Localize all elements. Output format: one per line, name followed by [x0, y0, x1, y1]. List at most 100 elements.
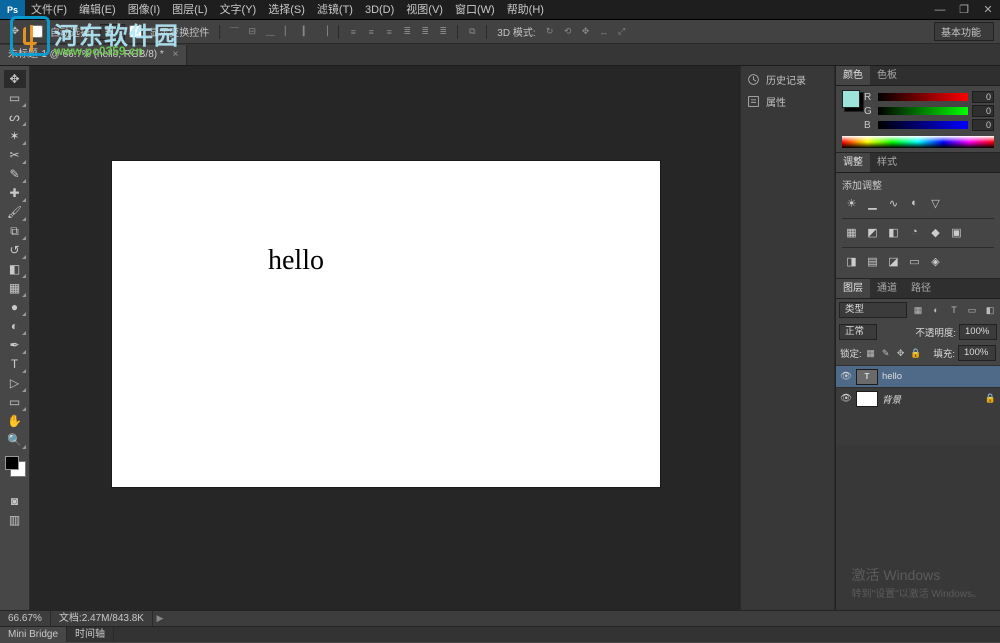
opacity-value[interactable]: 100% [959, 324, 997, 340]
tab-paths[interactable]: 路径 [904, 279, 938, 298]
type-tool[interactable]: T [4, 355, 26, 373]
color-selector[interactable] [842, 90, 860, 108]
menu-window[interactable]: 窗口(W) [449, 0, 501, 20]
close-icon[interactable]: × [173, 49, 179, 60]
filter-adjust-icon[interactable]: ◐ [929, 303, 943, 317]
dodge-tool[interactable]: ◐ [4, 317, 26, 335]
selective-color-icon[interactable]: ◈ [928, 254, 943, 268]
mode-3d-roll-icon[interactable]: ⟲ [561, 25, 575, 39]
document-tab[interactable]: 未标题-1 @ 66.7% (hello, RGB/8) * × [0, 45, 187, 65]
align-vmid-icon[interactable]: ⊟ [245, 25, 259, 39]
marquee-tool[interactable]: ▭ [4, 89, 26, 107]
menu-select[interactable]: 选择(S) [262, 0, 311, 20]
zoom-tool[interactable]: 🔍 [4, 431, 26, 449]
mode-3d-slide-icon[interactable]: ↔ [597, 25, 611, 39]
visibility-icon[interactable]: 👁 [840, 371, 852, 382]
photo-filter-icon[interactable]: ◔ [907, 225, 922, 239]
vibrance-icon[interactable]: ▽ [928, 196, 943, 210]
crop-tool[interactable]: ✂ [4, 146, 26, 164]
layer-name[interactable]: 背景 [882, 392, 901, 406]
filter-smart-icon[interactable]: ◧ [983, 303, 997, 317]
shape-tool[interactable]: ▭ [4, 393, 26, 411]
history-panel-toggle[interactable]: 历史记录 [741, 68, 834, 90]
bw-icon[interactable]: ◧ [886, 225, 901, 239]
align-right-icon[interactable]: ▕ [317, 25, 331, 39]
tab-color[interactable]: 颜色 [836, 66, 870, 85]
g-value[interactable]: 0 [972, 105, 994, 117]
gradient-tool[interactable]: ▦ [4, 279, 26, 297]
dist-bottom-icon[interactable]: ≡ [382, 25, 396, 39]
menu-image[interactable]: 图像(I) [122, 0, 166, 20]
lock-transparent-icon[interactable]: ▦ [865, 347, 877, 359]
history-brush-tool[interactable]: ↺ [4, 241, 26, 259]
canvas-area[interactable]: hello [30, 66, 740, 610]
eraser-tool[interactable]: ◧ [4, 260, 26, 278]
document-canvas[interactable]: hello [112, 161, 660, 487]
threshold-icon[interactable]: ◪ [886, 254, 901, 268]
r-value[interactable]: 0 [972, 91, 994, 103]
dist-left-icon[interactable]: ≣ [400, 25, 414, 39]
r-slider[interactable] [878, 93, 968, 101]
lasso-tool[interactable]: ᔕ [4, 108, 26, 126]
filter-pixel-icon[interactable]: ▦ [911, 303, 925, 317]
quick-mask-icon[interactable]: ◙ [4, 492, 26, 510]
screen-mode-icon[interactable]: ▥ [4, 511, 26, 529]
auto-align-icon[interactable]: ⧉ [465, 25, 479, 39]
spectrum-picker[interactable] [842, 136, 994, 148]
menu-edit[interactable]: 编辑(E) [73, 0, 122, 20]
curves-icon[interactable]: ∿ [886, 196, 901, 210]
layer-name[interactable]: hello [882, 371, 902, 382]
lock-pixels-icon[interactable]: ✎ [880, 347, 892, 359]
auto-select-dropdown[interactable]: 组 [100, 24, 126, 40]
blend-mode-dropdown[interactable]: 正常 [839, 324, 877, 340]
filter-type-icon[interactable]: T [947, 303, 961, 317]
menu-filter[interactable]: 滤镜(T) [311, 0, 359, 20]
tab-styles[interactable]: 样式 [870, 153, 904, 172]
move-tool[interactable]: ✥ [4, 70, 26, 88]
tab-swatches[interactable]: 色板 [870, 66, 904, 85]
tab-mini-bridge[interactable]: Mini Bridge [0, 627, 67, 642]
color-lookup-icon[interactable]: ▣ [949, 225, 964, 239]
layer-row[interactable]: 👁 背景 🔒 [836, 387, 1000, 409]
tab-layers[interactable]: 图层 [836, 279, 870, 298]
posterize-icon[interactable]: ▤ [865, 254, 880, 268]
layer-row[interactable]: 👁 T hello [836, 365, 1000, 387]
invert-icon[interactable]: ◨ [844, 254, 859, 268]
mode-3d-scale-icon[interactable]: ⤢ [615, 25, 629, 39]
menu-3d[interactable]: 3D(D) [359, 0, 400, 20]
hue-icon[interactable]: ▦ [844, 225, 859, 239]
quick-select-tool[interactable]: ✶ [4, 127, 26, 145]
exposure-icon[interactable]: ◐ [907, 196, 922, 210]
dist-hmid-icon[interactable]: ≣ [418, 25, 432, 39]
hand-tool[interactable]: ✋ [4, 412, 26, 430]
dist-top-icon[interactable]: ≡ [346, 25, 360, 39]
auto-select-checkbox[interactable] [30, 25, 43, 38]
mode-3d-orbit-icon[interactable]: ↻ [543, 25, 557, 39]
zoom-value[interactable]: 66.67% [0, 611, 51, 626]
levels-icon[interactable]: ▁ [865, 196, 880, 210]
align-bottom-icon[interactable]: ⎽ [263, 25, 277, 39]
b-slider[interactable] [878, 121, 968, 129]
path-select-tool[interactable]: ▷ [4, 374, 26, 392]
healing-tool[interactable]: ✚ [4, 184, 26, 202]
dist-right-icon[interactable]: ≣ [436, 25, 450, 39]
blur-tool[interactable]: ● [4, 298, 26, 316]
g-slider[interactable] [878, 107, 968, 115]
fill-value[interactable]: 100% [958, 345, 996, 361]
filter-shape-icon[interactable]: ▭ [965, 303, 979, 317]
align-top-icon[interactable]: ⎺ [227, 25, 241, 39]
dist-vmid-icon[interactable]: ≡ [364, 25, 378, 39]
fg-bg-swatch[interactable] [5, 456, 19, 470]
brightness-icon[interactable]: ☀ [844, 196, 859, 210]
menu-help[interactable]: 帮助(H) [501, 0, 550, 20]
workspace-switcher[interactable]: 基本功能 [934, 22, 994, 41]
menu-layer[interactable]: 图层(L) [166, 0, 213, 20]
mode-3d-pan-icon[interactable]: ✥ [579, 25, 593, 39]
stamp-tool[interactable]: ⧉ [4, 222, 26, 240]
doc-info-arrow-icon[interactable]: ▶ [153, 612, 167, 626]
b-value[interactable]: 0 [972, 119, 994, 131]
pen-tool[interactable]: ✒ [4, 336, 26, 354]
menu-file[interactable]: 文件(F) [25, 0, 73, 20]
visibility-icon[interactable]: 👁 [840, 393, 852, 404]
brush-tool[interactable]: 🖌 [4, 203, 26, 221]
